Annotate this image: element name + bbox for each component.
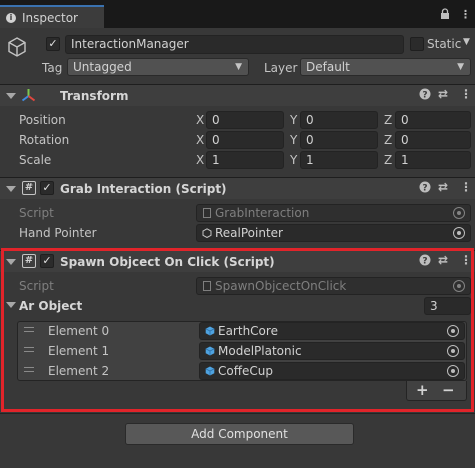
scale-label: Scale <box>19 153 52 167</box>
component-menu-icon[interactable]: ⋮ <box>460 87 472 101</box>
tag-dropdown[interactable]: Untagged ▼ <box>67 58 249 76</box>
rotation-z-axis[interactable]: Z <box>384 133 392 147</box>
info-icon: i <box>6 12 16 23</box>
rotation-y-field[interactable]: 0 <box>300 131 378 149</box>
static-checkbox[interactable] <box>410 37 424 51</box>
object-picker-icon <box>453 207 465 219</box>
tab-inspector[interactable]: i Inspector <box>0 5 104 28</box>
hand-pointer-value: RealPointer <box>215 226 283 240</box>
gameobject-cube-icon <box>6 36 28 61</box>
layer-label: Layer <box>264 61 298 75</box>
layer-dropdown[interactable]: Default ▼ <box>300 58 471 76</box>
object-picker-icon[interactable] <box>453 227 465 239</box>
grab-script-field: GrabInteraction <box>196 204 471 222</box>
add-component-button[interactable]: Add Component <box>125 423 354 445</box>
grab-script-value: GrabInteraction <box>215 206 310 220</box>
hand-pointer-label: Hand Pointer <box>19 226 97 240</box>
transform-title: Transform <box>60 89 129 103</box>
scale-x-field[interactable]: 1 <box>206 151 284 169</box>
gameobject-name-field[interactable]: InteractionManager <box>65 35 404 54</box>
position-z-axis[interactable]: Z <box>384 113 392 127</box>
layer-value: Default <box>306 60 350 74</box>
presets-icon[interactable]: ⇄ <box>438 180 448 194</box>
svg-text:?: ? <box>422 91 427 101</box>
help-icon[interactable]: ? <box>419 88 431 103</box>
scale-z-axis[interactable]: Z <box>384 153 392 167</box>
grab-title: Grab Interaction (Script) <box>60 182 227 196</box>
tab-bar: i Inspector ⋮ <box>0 0 475 28</box>
static-label: Static <box>427 37 462 51</box>
static-dropdown-arrow-icon[interactable]: ▼ <box>463 37 470 47</box>
rotation-label: Rotation <box>19 133 70 147</box>
component-menu-icon[interactable]: ⋮ <box>460 180 472 194</box>
tag-value: Untagged <box>73 60 132 74</box>
scale-x-axis[interactable]: X <box>196 153 204 167</box>
svg-text:?: ? <box>422 184 427 194</box>
transform-axis-icon <box>21 88 36 105</box>
scale-z-field[interactable]: 1 <box>395 151 471 169</box>
script-hash-icon: # <box>22 181 36 195</box>
position-y-field[interactable]: 0 <box>300 111 378 129</box>
lock-icon[interactable] <box>440 8 450 22</box>
grab-fold-icon[interactable] <box>6 186 16 192</box>
script-file-icon <box>203 208 211 218</box>
highlight-box <box>1 248 474 412</box>
rotation-x-axis[interactable]: X <box>196 133 204 147</box>
gameobject-icon <box>202 228 212 238</box>
rotation-y-axis[interactable]: Y <box>290 133 297 147</box>
position-x-axis[interactable]: X <box>196 113 204 127</box>
position-y-axis[interactable]: Y <box>290 113 297 127</box>
position-z-field[interactable]: 0 <box>395 111 471 129</box>
tab-menu-icon[interactable]: ⋮ <box>460 8 471 21</box>
grab-script-label: Script <box>19 206 54 220</box>
presets-icon[interactable]: ⇄ <box>438 87 448 101</box>
help-icon[interactable]: ? <box>419 181 431 196</box>
hand-pointer-field[interactable]: RealPointer <box>196 224 471 242</box>
chevron-down-icon: ▼ <box>235 62 242 72</box>
position-x-field[interactable]: 0 <box>206 111 284 129</box>
position-label: Position <box>19 113 66 127</box>
rotation-z-field[interactable]: 0 <box>395 131 471 149</box>
chevron-down-icon: ▼ <box>457 62 464 72</box>
transform-fold-icon[interactable] <box>6 93 16 99</box>
tag-label: Tag <box>42 61 63 75</box>
scale-y-field[interactable]: 1 <box>300 151 378 169</box>
gameobject-active-checkbox[interactable]: ✓ <box>46 37 60 51</box>
rotation-x-field[interactable]: 0 <box>206 131 284 149</box>
tab-title: Inspector <box>22 10 78 25</box>
scale-y-axis[interactable]: Y <box>290 153 297 167</box>
divider <box>0 413 475 414</box>
grab-enabled-checkbox[interactable]: ✓ <box>40 181 54 195</box>
